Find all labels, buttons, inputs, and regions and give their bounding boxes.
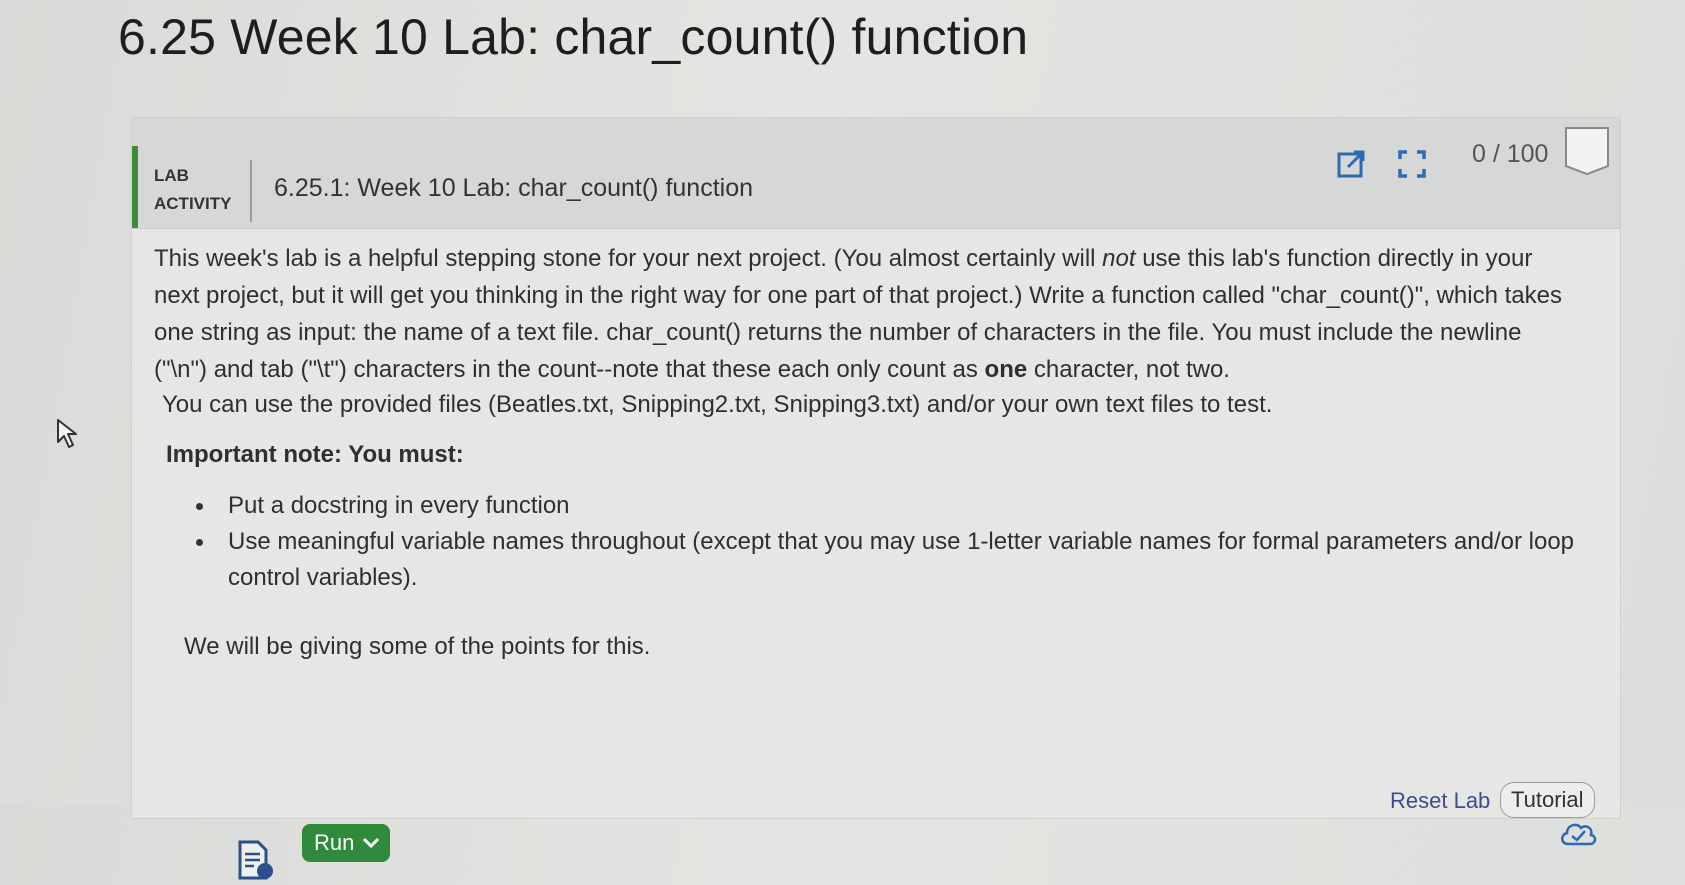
score-display: 0 / 100 — [1472, 140, 1549, 168]
page-title: 6.25 Week 10 Lab: char_count() function — [118, 9, 1029, 65]
list-item-text: Use meaningful variable names throughout… — [228, 528, 1575, 591]
instructions-text: This week's lab is a helpful stepping st… — [154, 245, 1103, 272]
bullet-icon — [196, 503, 203, 510]
lab-activity-panel: LAB ACTIVITY 6.25.1: Week 10 Lab: char_c… — [132, 118, 1620, 880]
lab-accent-bar — [132, 146, 138, 228]
lab-type-line1: LAB — [154, 166, 189, 185]
chevron-down-icon — [362, 830, 380, 856]
bullet-icon — [196, 539, 203, 546]
lab-type-label: LAB ACTIVITY — [154, 162, 231, 218]
open-external-icon[interactable] — [1333, 146, 1369, 182]
instructions-paragraph-1: This week's lab is a helpful stepping st… — [154, 240, 1574, 388]
header-divider — [250, 160, 252, 222]
reset-lab-button[interactable]: Reset Lab — [1390, 788, 1490, 814]
run-button-label: Run — [314, 830, 355, 855]
cloud-check-icon — [1558, 818, 1598, 850]
fullscreen-icon[interactable] — [1394, 146, 1430, 182]
tutorial-button[interactable]: Tutorial — [1500, 782, 1595, 818]
important-note-heading: Important note: You must: — [166, 441, 464, 468]
requirements-list: Put a docstring in every function Use me… — [190, 488, 1590, 596]
list-item: Put a docstring in every function — [190, 488, 1590, 524]
mouse-cursor-icon — [56, 418, 82, 450]
lab-name: 6.25.1: Week 10 Lab: char_count() functi… — [274, 174, 754, 202]
emphasis-one: one — [984, 356, 1028, 383]
instructions-text: character, not two. — [1027, 356, 1230, 383]
emphasis-not: not — [1102, 245, 1136, 272]
file-icon[interactable] — [236, 840, 276, 880]
lab-header: LAB ACTIVITY 6.25.1: Week 10 Lab: char_c… — [132, 118, 1620, 229]
completion-box-icon — [1564, 126, 1610, 176]
lab-type-line2: ACTIVITY — [154, 194, 232, 213]
list-item-text: Put a docstring in every function — [228, 492, 570, 519]
instructions-paragraph-2: You can use the provided files (Beatles.… — [162, 391, 1273, 418]
run-button[interactable]: Run — [302, 824, 391, 862]
instructions-paragraph-4: We will be giving some of the points for… — [184, 633, 651, 660]
list-item: Use meaningful variable names throughout… — [190, 524, 1590, 596]
